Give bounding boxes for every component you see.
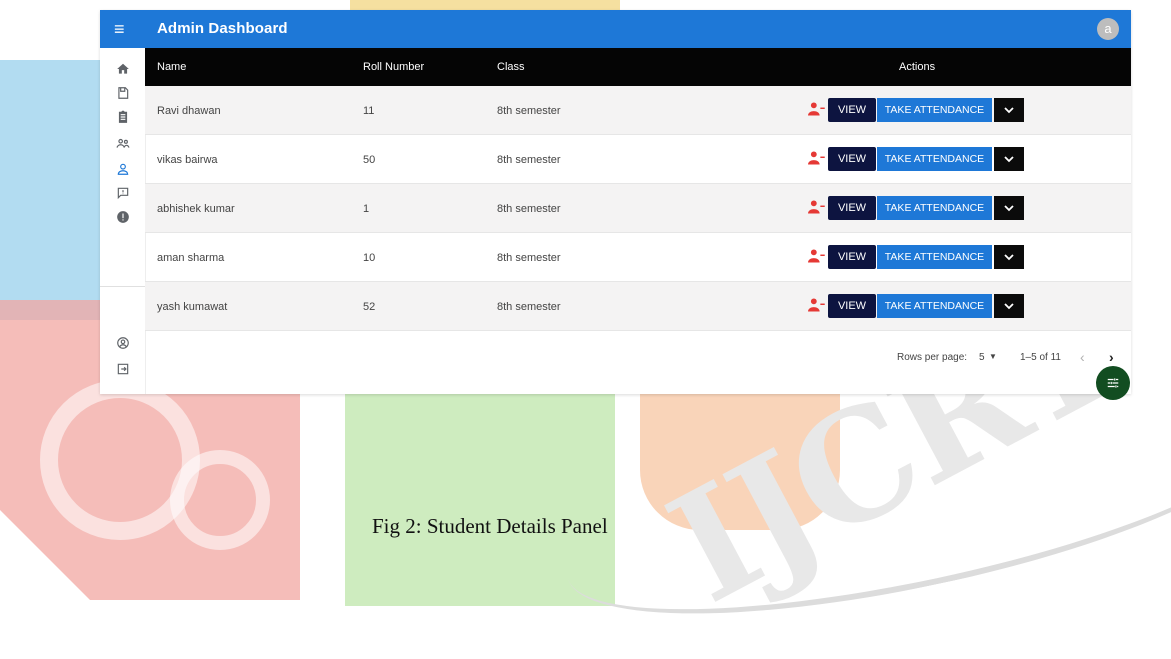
sidebar-divider xyxy=(100,286,145,287)
person-remove-icon[interactable] xyxy=(807,101,825,117)
watermark-yellow-shape xyxy=(350,0,620,10)
app-title: Admin Dashboard xyxy=(157,20,288,37)
tune-icon xyxy=(1107,378,1119,388)
cell-name: Ravi dhawan xyxy=(157,105,221,117)
header-class[interactable]: Class xyxy=(497,61,525,73)
cell-name: abhishek kumar xyxy=(157,203,235,215)
table-pagination: Rows per page: 5 ▼ 1–5 of 11 ‹ › xyxy=(145,344,1131,372)
view-button[interactable]: VIEW xyxy=(828,294,876,318)
person-remove-icon[interactable] xyxy=(807,150,825,166)
view-button[interactable]: VIEW xyxy=(828,147,876,171)
chevron-right-icon[interactable]: › xyxy=(1109,349,1114,365)
watermark-gear-small-shape xyxy=(170,450,270,550)
rows-per-page-select[interactable]: 5 xyxy=(979,352,985,363)
chevron-down-icon xyxy=(1004,303,1014,310)
person-remove-icon[interactable] xyxy=(807,297,825,313)
table-row: Ravi dhawan 11 8th semester VIEW TAKE AT… xyxy=(145,86,1131,135)
alert-icon[interactable] xyxy=(100,206,145,228)
take-attendance-button[interactable]: TAKE ATTENDANCE xyxy=(877,147,992,171)
header-actions: Actions xyxy=(899,61,936,73)
sidebar xyxy=(100,48,146,394)
cell-class: 8th semester xyxy=(497,301,561,313)
table-row: yash kumawat 52 8th semester VIEW TAKE A… xyxy=(145,282,1131,331)
chevron-down-icon xyxy=(1004,107,1014,114)
feedback-icon[interactable] xyxy=(100,182,145,204)
admin-app-window: ≡ Admin Dashboard a Name Roll Number Cla… xyxy=(100,10,1131,394)
rows-per-page-label: Rows per page: xyxy=(897,352,968,363)
chevron-down-icon xyxy=(1004,254,1014,261)
cell-roll-number: 1 xyxy=(363,203,370,215)
attendance-dropdown-button[interactable] xyxy=(994,196,1024,220)
view-button[interactable]: VIEW xyxy=(828,98,876,122)
chevron-down-icon xyxy=(1004,205,1014,212)
view-button[interactable]: VIEW xyxy=(828,196,876,220)
attendance-dropdown-button[interactable] xyxy=(994,147,1024,171)
person-remove-icon[interactable] xyxy=(807,248,825,264)
view-button[interactable]: VIEW xyxy=(828,245,876,269)
home-icon[interactable] xyxy=(100,58,145,80)
table-header: Name Roll Number Class Actions xyxy=(145,48,1131,86)
table-row: aman sharma 10 8th semester VIEW TAKE AT… xyxy=(145,233,1131,282)
attendance-dropdown-button[interactable] xyxy=(994,98,1024,122)
cell-roll-number: 50 xyxy=(363,154,376,166)
cell-class: 8th semester xyxy=(497,105,561,117)
header-name[interactable]: Name xyxy=(157,61,186,73)
person-icon[interactable] xyxy=(100,158,145,180)
app-bar: ≡ Admin Dashboard a xyxy=(100,10,1131,48)
chevron-left-icon[interactable]: ‹ xyxy=(1080,349,1085,365)
person-remove-icon[interactable] xyxy=(807,199,825,215)
cell-name: vikas bairwa xyxy=(157,154,218,166)
settings-fab[interactable] xyxy=(1096,366,1130,400)
table-row: abhishek kumar 1 8th semester VIEW TAKE … xyxy=(145,184,1131,233)
cell-class: 8th semester xyxy=(497,154,561,166)
take-attendance-button[interactable]: TAKE ATTENDANCE xyxy=(877,196,992,220)
cell-name: aman sharma xyxy=(157,252,225,264)
chevron-down-icon xyxy=(1004,156,1014,163)
cell-roll-number: 10 xyxy=(363,252,376,264)
group-icon[interactable] xyxy=(100,132,145,154)
caret-down-icon[interactable]: ▼ xyxy=(989,352,997,361)
cell-class: 8th semester xyxy=(497,252,561,264)
clipboard-icon[interactable] xyxy=(100,106,145,128)
cell-name: yash kumawat xyxy=(157,301,228,313)
attendance-dropdown-button[interactable] xyxy=(994,245,1024,269)
take-attendance-button[interactable]: TAKE ATTENDANCE xyxy=(877,98,992,122)
avatar[interactable]: a xyxy=(1097,18,1119,40)
attendance-dropdown-button[interactable] xyxy=(994,294,1024,318)
cell-class: 8th semester xyxy=(497,203,561,215)
cell-roll-number: 11 xyxy=(363,105,375,117)
account-circle-icon[interactable] xyxy=(100,332,145,354)
pagination-range: 1–5 of 11 xyxy=(1020,352,1061,363)
table-row: vikas bairwa 50 8th semester VIEW TAKE A… xyxy=(145,135,1131,184)
take-attendance-button[interactable]: TAKE ATTENDANCE xyxy=(877,245,992,269)
header-roll-number[interactable]: Roll Number xyxy=(363,61,424,73)
save-icon[interactable] xyxy=(100,82,145,104)
take-attendance-button[interactable]: TAKE ATTENDANCE xyxy=(877,294,992,318)
logout-icon[interactable] xyxy=(100,358,145,380)
figure-caption: Fig 2: Student Details Panel xyxy=(372,514,608,538)
cell-roll-number: 52 xyxy=(363,301,376,313)
menu-icon[interactable]: ≡ xyxy=(114,19,132,39)
